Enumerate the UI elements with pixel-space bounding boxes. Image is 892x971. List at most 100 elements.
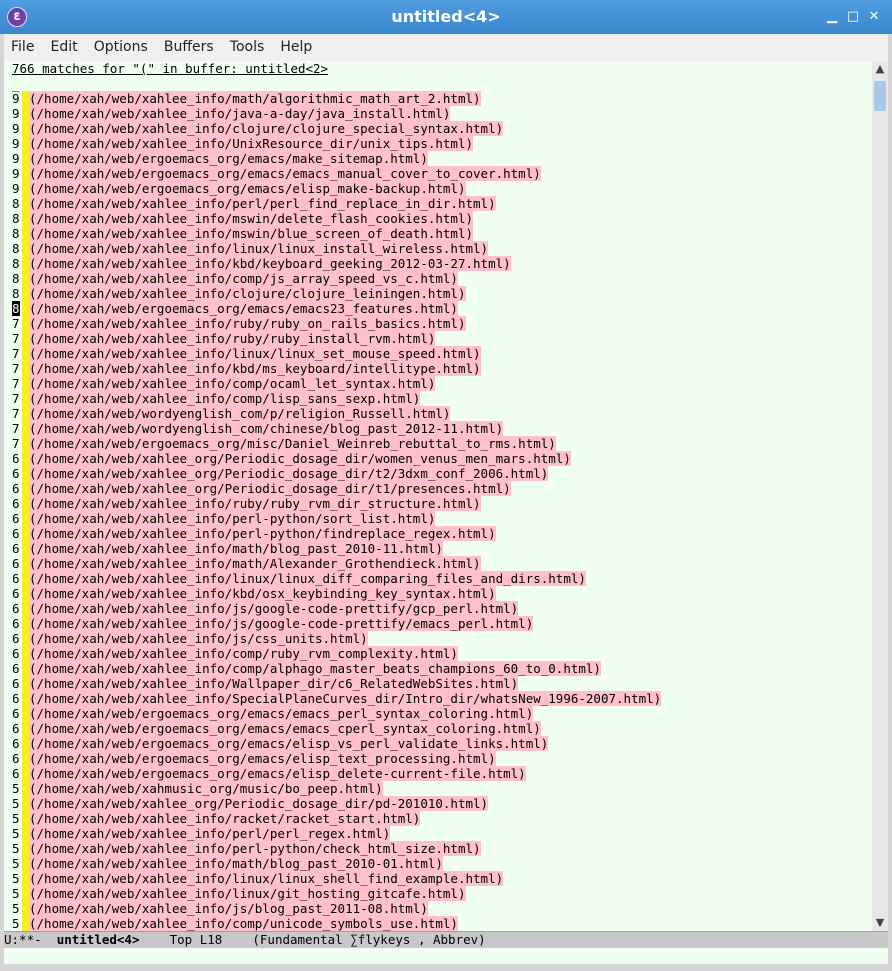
match-path[interactable]: (/home/xah/web/xahlee_info/js/css_units.… [29, 631, 368, 646]
match-row[interactable]: 9 (/home/xah/web/xahlee_info/java-a-day/j… [12, 106, 661, 121]
match-row[interactable]: 6 (/home/xah/web/xahlee_info/Wallpaper_di… [12, 676, 661, 691]
close-icon[interactable]: ✕ [866, 9, 882, 25]
scroll-down-icon[interactable]: ▼ [872, 915, 888, 931]
match-path[interactable]: (/home/xah/web/xahlee_info/perl/perl_fin… [29, 196, 496, 211]
match-row[interactable]: 7 (/home/xah/web/xahlee_info/comp/ocaml_l… [12, 376, 661, 391]
match-row[interactable]: 5 (/home/xah/web/xahlee_info/perl/perl_re… [12, 826, 661, 841]
match-row[interactable]: 7 (/home/xah/web/xahlee_info/linux/linux_… [12, 346, 661, 361]
match-row[interactable]: 7 (/home/xah/web/ergoemacs_org/misc/Danie… [12, 436, 661, 451]
menu-options[interactable]: Options [90, 34, 152, 61]
match-path[interactable]: (/home/xah/web/xahlee_info/linux/linux_s… [29, 346, 481, 361]
menu-file[interactable]: File [7, 34, 38, 61]
match-path[interactable]: (/home/xah/web/ergoemacs_org/emacs/emacs… [29, 706, 534, 721]
match-row[interactable]: 6 (/home/xah/web/xahlee_org/Periodic_dosa… [12, 451, 661, 466]
match-row[interactable]: 8 (/home/xah/web/xahlee_info/mswin/delete… [12, 211, 661, 226]
match-path[interactable]: (/home/xah/web/xahlee_info/java-a-day/ja… [29, 106, 451, 121]
match-path[interactable]: (/home/xah/web/xahlee_org/Periodic_dosag… [29, 466, 549, 481]
vertical-scrollbar[interactable]: ▲ ▼ [872, 61, 888, 931]
match-row[interactable]: 6 (/home/xah/web/xahlee_info/comp/ruby_rv… [12, 646, 661, 661]
match-path[interactable]: (/home/xah/web/xahlee_info/ruby/ruby_ins… [29, 331, 436, 346]
match-path[interactable]: (/home/xah/web/xahlee_info/linux/git_hos… [29, 886, 466, 901]
match-path[interactable]: (/home/xah/web/xahlee_info/ruby/ruby_on_… [29, 316, 466, 331]
match-row[interactable]: 8 (/home/xah/web/xahlee_info/kbd/keyboard… [12, 256, 661, 271]
match-row[interactable]: 8 (/home/xah/web/xahlee_info/clojure/cloj… [12, 286, 661, 301]
match-row[interactable]: 9 (/home/xah/web/ergoemacs_org/emacs/make… [12, 151, 661, 166]
match-path[interactable]: (/home/xah/web/xahlee_info/math/blog_pas… [29, 856, 443, 871]
match-row[interactable]: 6 (/home/xah/web/ergoemacs_org/emacs/elis… [12, 751, 661, 766]
match-path[interactable]: (/home/xah/web/xahlee_info/perl-python/c… [29, 841, 481, 856]
match-path[interactable]: (/home/xah/web/xahlee_info/Wallpaper_dir… [29, 676, 519, 691]
match-row[interactable]: 6 (/home/xah/web/ergoemacs_org/emacs/emac… [12, 721, 661, 736]
match-row[interactable]: 7 (/home/xah/web/xahlee_info/kbd/ms_keybo… [12, 361, 661, 376]
match-row[interactable]: 5 (/home/xah/web/xahlee_info/linux/linux_… [12, 871, 661, 886]
minibuffer[interactable] [4, 948, 888, 964]
match-path[interactable]: (/home/xah/web/xahlee_info/perl/perl_reg… [29, 826, 391, 841]
menu-edit[interactable]: Edit [47, 34, 82, 61]
match-path[interactable]: (/home/xah/web/xahlee_info/clojure/cloju… [29, 121, 504, 136]
match-row[interactable]: 6 (/home/xah/web/xahlee_info/perl-python/… [12, 526, 661, 541]
menu-help[interactable]: Help [276, 34, 316, 61]
match-path[interactable]: (/home/xah/web/ergoemacs_org/emacs/emacs… [29, 166, 541, 181]
match-row[interactable]: 8 (/home/xah/web/xahlee_info/mswin/blue_s… [12, 226, 661, 241]
match-path[interactable]: (/home/xah/web/xahlee_info/kbd/ms_keyboa… [29, 361, 481, 376]
match-path[interactable]: (/home/xah/web/wordyenglish_com/chinese/… [29, 421, 504, 436]
match-row[interactable]: 5 (/home/xah/web/xahmusic_org/music/bo_pe… [12, 781, 661, 796]
match-path[interactable]: (/home/xah/web/xahlee_info/comp/lisp_san… [29, 391, 421, 406]
match-path[interactable]: (/home/xah/web/xahlee_info/js/google-cod… [29, 616, 534, 631]
menu-buffers[interactable]: Buffers [160, 34, 218, 61]
match-path[interactable]: (/home/xah/web/xahlee_info/linux/linux_s… [29, 871, 504, 886]
match-path[interactable]: (/home/xah/web/wordyenglish_com/p/religi… [29, 406, 451, 421]
match-row[interactable]: 6 (/home/xah/web/xahlee_info/kbd/osx_keyb… [12, 586, 661, 601]
minimize-icon[interactable]: ▁ [824, 9, 840, 25]
match-row[interactable]: 5 (/home/xah/web/xahlee_info/js/blog_past… [12, 901, 661, 916]
match-row[interactable]: 6 (/home/xah/web/xahlee_info/SpecialPlane… [12, 691, 662, 706]
match-row[interactable]: 8 (/home/xah/web/xahlee_info/linux/linux_… [12, 241, 661, 256]
match-path[interactable]: (/home/xah/web/xahlee_info/js/blog_past_… [29, 901, 428, 916]
menu-tools[interactable]: Tools [226, 34, 269, 61]
match-row[interactable]: 5 (/home/xah/web/xahlee_info/racket/racke… [12, 811, 661, 826]
match-path[interactable]: (/home/xah/web/xahlee_org/Periodic_dosag… [29, 481, 511, 496]
match-path[interactable]: (/home/xah/web/xahlee_info/math/algorith… [29, 91, 481, 106]
match-row[interactable]: 6 (/home/xah/web/xahlee_info/js/google-co… [12, 616, 661, 631]
match-path[interactable]: (/home/xah/web/ergoemacs_org/emacs/elisp… [29, 736, 549, 751]
match-path[interactable]: (/home/xah/web/ergoemacs_org/emacs/emacs… [29, 721, 541, 736]
match-row[interactable]: 6 (/home/xah/web/xahlee_info/math/Alexand… [12, 556, 661, 571]
match-row[interactable]: 9 (/home/xah/web/xahlee_info/clojure/cloj… [12, 121, 661, 136]
match-row[interactable]: 5 (/home/xah/web/xahlee_info/comp/unicode… [12, 916, 661, 931]
match-row[interactable]: 6 (/home/xah/web/xahlee_info/js/css_units… [12, 631, 661, 646]
match-row[interactable]: 5 (/home/xah/web/xahlee_info/perl-python/… [12, 841, 661, 856]
mode-line[interactable]: U:**- untitled<4> Top L18 (Fundamental ∑… [4, 931, 888, 948]
match-path[interactable]: (/home/xah/web/xahlee_info/clojure/cloju… [29, 286, 466, 301]
match-path[interactable]: (/home/xah/web/xahlee_info/racket/racket… [29, 811, 421, 826]
match-row[interactable]: 5 (/home/xah/web/xahlee_info/linux/git_ho… [12, 886, 661, 901]
match-path[interactable]: (/home/xah/web/ergoemacs_org/emacs/emacs… [29, 301, 458, 316]
match-row[interactable]: 7 (/home/xah/web/xahlee_info/comp/lisp_sa… [12, 391, 661, 406]
match-row[interactable]: 6 (/home/xah/web/xahlee_info/perl-python/… [12, 511, 661, 526]
match-path[interactable]: (/home/xah/web/xahlee_info/UnixResource_… [29, 136, 474, 151]
match-path[interactable]: (/home/xah/web/xahlee_info/mswin/blue_sc… [29, 226, 474, 241]
match-path[interactable]: (/home/xah/web/xahlee_info/comp/unicode_… [29, 916, 458, 931]
scroll-thumb[interactable] [874, 81, 886, 111]
match-path[interactable]: (/home/xah/web/xahlee_info/js/google-cod… [29, 601, 519, 616]
match-path[interactable]: (/home/xah/web/ergoemacs_org/emacs/elisp… [29, 181, 466, 196]
maximize-icon[interactable]: □ [845, 9, 861, 25]
match-row[interactable]: 6 (/home/xah/web/ergoemacs_org/emacs/emac… [12, 706, 661, 721]
match-row[interactable]: 8 (/home/xah/web/xahlee_info/perl/perl_fi… [12, 196, 661, 211]
match-path[interactable]: (/home/xah/web/xahlee_info/perl-python/s… [29, 511, 436, 526]
match-row[interactable]: 7 (/home/xah/web/xahlee_info/ruby/ruby_in… [12, 331, 661, 346]
match-path[interactable]: (/home/xah/web/xahlee_info/comp/ruby_rvm… [29, 646, 458, 661]
match-row[interactable]: 9 (/home/xah/web/xahlee_info/UnixResource… [12, 136, 661, 151]
match-path[interactable]: (/home/xah/web/xahlee_info/kbd/keyboard_… [29, 256, 511, 271]
match-path[interactable]: (/home/xah/web/xahlee_info/math/Alexande… [29, 556, 481, 571]
match-row[interactable]: 8 (/home/xah/web/xahlee_info/comp/js_arra… [12, 271, 661, 286]
match-row[interactable]: 6 (/home/xah/web/xahlee_info/math/blog_pa… [12, 541, 661, 556]
match-path[interactable]: (/home/xah/web/ergoemacs_org/misc/Daniel… [29, 436, 556, 451]
match-path[interactable]: (/home/xah/web/ergoemacs_org/emacs/make_… [29, 151, 428, 166]
match-row[interactable]: 6 (/home/xah/web/xahlee_info/js/google-co… [12, 601, 661, 616]
match-row[interactable]: 7 (/home/xah/web/wordyenglish_com/chinese… [12, 421, 661, 436]
match-row[interactable]: 6 (/home/xah/web/ergoemacs_org/emacs/elis… [12, 766, 661, 781]
match-row[interactable]: 8 (/home/xah/web/ergoemacs_org/emacs/emac… [12, 301, 661, 316]
scroll-up-icon[interactable]: ▲ [872, 61, 888, 77]
match-path[interactable]: (/home/xah/web/ergoemacs_org/emacs/elisp… [29, 751, 496, 766]
match-path[interactable]: (/home/xah/web/xahlee_info/perl-python/f… [29, 526, 496, 541]
